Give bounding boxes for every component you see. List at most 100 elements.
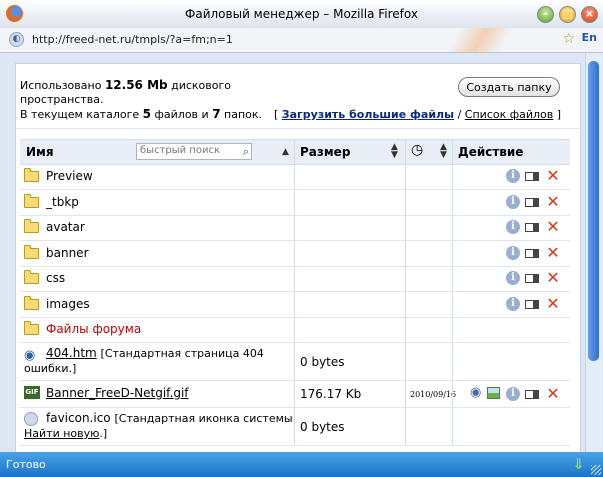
- folder-name[interactable]: _tbkp: [46, 195, 79, 209]
- col-separator: [452, 140, 453, 164]
- info-icon[interactable]: i: [506, 195, 520, 209]
- delete-icon[interactable]: ✕: [546, 245, 560, 261]
- address-bar: ◐ http://freed-net.ru/tmpls/?a=fm;n=1 ☆ …: [0, 28, 603, 53]
- date-clock-icon[interactable]: ◷: [411, 142, 423, 158]
- file-size: 176.17 Kb: [300, 387, 362, 401]
- delete-icon[interactable]: ✕: [546, 168, 560, 184]
- file-manager-panel: Использовано 12.56 Mb дискового простран…: [15, 63, 581, 452]
- folder-name[interactable]: images: [46, 297, 90, 311]
- delete-icon[interactable]: ✕: [546, 270, 560, 286]
- file-date: 2010/09/16: [410, 390, 457, 399]
- delete-icon[interactable]: ✕: [546, 219, 560, 235]
- rename-icon[interactable]: [525, 274, 539, 283]
- status-text: Готово: [6, 458, 46, 471]
- resize-grip-icon[interactable]: [591, 465, 601, 475]
- forum-folder-name[interactable]: Файлы форума: [46, 322, 141, 336]
- url-field[interactable]: http://freed-net.ru/tmpls/?a=fm;n=1: [32, 33, 233, 46]
- find-new-link[interactable]: Найти новую: [24, 427, 99, 440]
- usage-text-line2: пространства.: [20, 93, 104, 106]
- quick-search-placeholder: быстрый поиск: [140, 145, 220, 156]
- quick-search-input[interactable]: быстрый поиск ⌕: [136, 143, 252, 160]
- folder-name[interactable]: Preview: [46, 169, 93, 183]
- file-row[interactable]: ◉ 404.htm [Стандартная страница 404 ошиб…: [20, 343, 570, 381]
- close-window-button[interactable]: ×: [581, 6, 598, 23]
- folders-count-value: 7: [212, 107, 221, 121]
- rename-icon[interactable]: [525, 390, 539, 399]
- file-name-link[interactable]: favicon.ico: [46, 411, 111, 425]
- info-icon[interactable]: i: [506, 387, 520, 401]
- folder-name[interactable]: avatar: [46, 220, 85, 234]
- col-name-header[interactable]: Имя: [26, 145, 54, 159]
- maximize-button[interactable]: □: [559, 6, 576, 23]
- ico-file-icon: [24, 412, 38, 426]
- delete-icon[interactable]: ✕: [546, 296, 560, 312]
- file-name-link[interactable]: 404.htm: [46, 346, 97, 360]
- info-icon[interactable]: i: [506, 169, 520, 183]
- sort-up-icon[interactable]: ▲: [282, 147, 289, 157]
- rename-icon[interactable]: [525, 249, 539, 258]
- info-icon[interactable]: i: [506, 271, 520, 285]
- col-separator: [294, 140, 295, 164]
- sort-both-icon[interactable]: ▲ ▼: [391, 143, 398, 160]
- sort-both-icon[interactable]: ▲ ▼: [440, 143, 447, 160]
- info-icon[interactable]: i: [506, 297, 520, 311]
- info-icon[interactable]: i: [506, 246, 520, 260]
- dir-count-mid: файлов и: [154, 108, 209, 121]
- image-view-icon[interactable]: [487, 387, 500, 399]
- folder-name[interactable]: banner: [46, 246, 89, 260]
- col-size-header[interactable]: Размер: [300, 145, 350, 159]
- language-indicator[interactable]: En: [582, 31, 597, 44]
- folder-icon: [24, 194, 39, 208]
- rename-icon[interactable]: [525, 300, 539, 309]
- file-row[interactable]: GIF Banner_FreeD-Netgif.gif 176.17 Kb 20…: [20, 381, 570, 408]
- rename-icon[interactable]: [525, 223, 539, 232]
- site-identity-icon[interactable]: ◐: [9, 32, 24, 47]
- dir-count-suffix: папок.: [224, 108, 263, 121]
- info-icon[interactable]: i: [506, 220, 520, 234]
- vertical-scrollbar[interactable]: [585, 53, 602, 452]
- preview-eye-icon[interactable]: ◉: [470, 385, 481, 400]
- upload-large-files-link[interactable]: Загрузить большие файлы: [282, 108, 454, 121]
- forum-folder-row[interactable]: Файлы форума: [20, 317, 570, 343]
- file-size: 0 bytes: [300, 420, 345, 434]
- folder-row[interactable]: images i ✕: [20, 292, 570, 318]
- folder-row[interactable]: avatar i ✕: [20, 215, 570, 241]
- usage-text-suffix: дискового: [171, 79, 232, 92]
- rename-icon[interactable]: [525, 172, 539, 181]
- page-content: Использовано 12.56 Mb дискового простран…: [0, 53, 603, 452]
- file-description: [Стандартная страница 404: [100, 347, 264, 360]
- file-cell: Banner_FreeD-Netgif.gif: [46, 386, 189, 400]
- scrollbar-thumb[interactable]: [588, 61, 599, 361]
- divider: [16, 128, 580, 129]
- folder-row[interactable]: css i ✕: [20, 266, 570, 292]
- create-folder-button[interactable]: Создать папку: [458, 77, 560, 97]
- folder-row[interactable]: banner i ✕: [20, 241, 570, 267]
- folder-row[interactable]: Preview i ✕: [20, 164, 570, 190]
- link-separator: /: [457, 108, 462, 121]
- bracket-close: ]: [556, 108, 562, 121]
- star-icon[interactable]: ☆: [562, 31, 575, 47]
- folder-icon: [24, 321, 39, 335]
- file-row[interactable]: favicon.ico [Стандартная иконка системы.…: [20, 408, 570, 446]
- disk-usage-info: Использовано 12.56 Mb дискового простран…: [20, 78, 262, 122]
- description-tail: .]: [99, 427, 108, 440]
- download-arrow-icon[interactable]: ⇓: [572, 455, 585, 473]
- upload-links: [ Загрузить большие файлы / Список файло…: [274, 108, 561, 121]
- folder-icon: [24, 245, 39, 259]
- delete-icon[interactable]: ✕: [546, 386, 560, 402]
- window-title: Файловый менеджер – Mozilla Firefox: [185, 7, 418, 21]
- folder-icon: [24, 270, 39, 284]
- folder-row[interactable]: _tbkp i ✕: [20, 190, 570, 216]
- folder-name[interactable]: css: [46, 271, 65, 285]
- folder-icon: [24, 219, 39, 233]
- file-list-link[interactable]: Список файлов: [465, 108, 553, 121]
- folder-icon: [24, 168, 39, 182]
- window-titlebar: Файловый менеджер – Mozilla Firefox – □ …: [0, 0, 603, 29]
- delete-icon[interactable]: ✕: [546, 194, 560, 210]
- minimize-button[interactable]: –: [537, 6, 554, 23]
- search-icon[interactable]: ⌕: [243, 145, 249, 159]
- rename-icon[interactable]: [525, 198, 539, 207]
- file-cell: 404.htm [Стандартная страница 404: [46, 346, 264, 360]
- table-header: Имя быстрый поиск ⌕ ▲ Размер ▲ ▼ ◷ ▲ ▼ Дей…: [20, 139, 570, 165]
- file-name-link[interactable]: Banner_FreeD-Netgif.gif: [46, 386, 189, 400]
